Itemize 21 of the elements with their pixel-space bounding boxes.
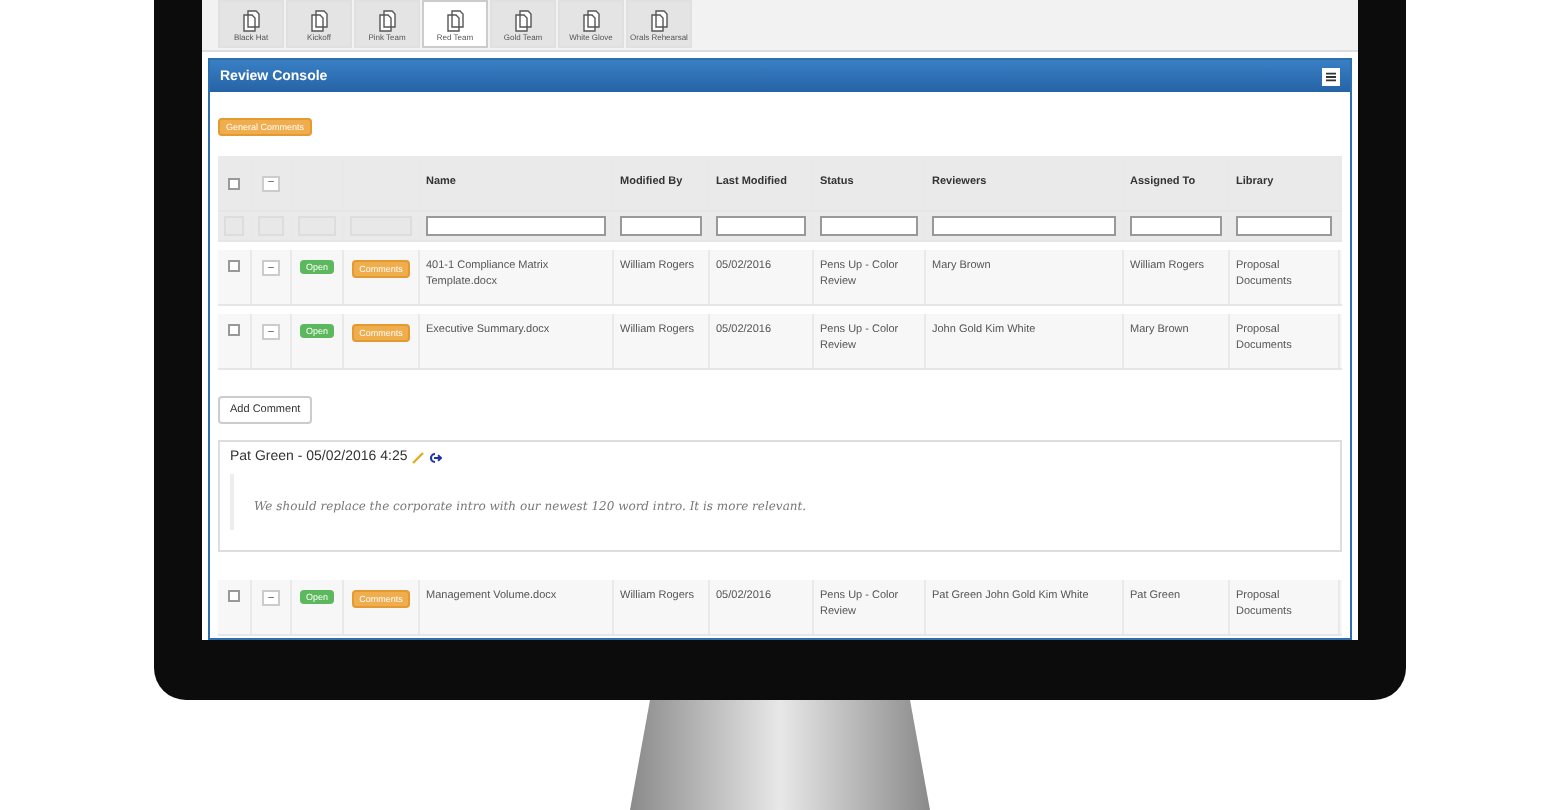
pencil-icon[interactable] (411, 451, 424, 463)
filter-field[interactable] (820, 216, 918, 236)
filter-field[interactable] (1236, 216, 1332, 236)
document-icon (514, 10, 532, 32)
filter-field[interactable] (716, 216, 806, 236)
filter-field[interactable] (1130, 216, 1222, 236)
menu-button[interactable] (1322, 67, 1340, 85)
document-icon (650, 10, 668, 32)
document-icon (446, 10, 464, 32)
exit-icon[interactable] (427, 451, 442, 463)
filter-field[interactable] (932, 216, 1116, 236)
filter-field[interactable] (620, 216, 702, 236)
checkbox[interactable] (228, 177, 240, 189)
checkbox[interactable] (228, 260, 240, 272)
checkbox[interactable] (228, 324, 240, 336)
checkbox[interactable] (228, 590, 240, 602)
document-icon (378, 10, 396, 32)
document-icon (242, 10, 260, 32)
document-icon (310, 10, 328, 32)
document-icon (582, 10, 600, 32)
filter-field[interactable] (426, 216, 606, 236)
